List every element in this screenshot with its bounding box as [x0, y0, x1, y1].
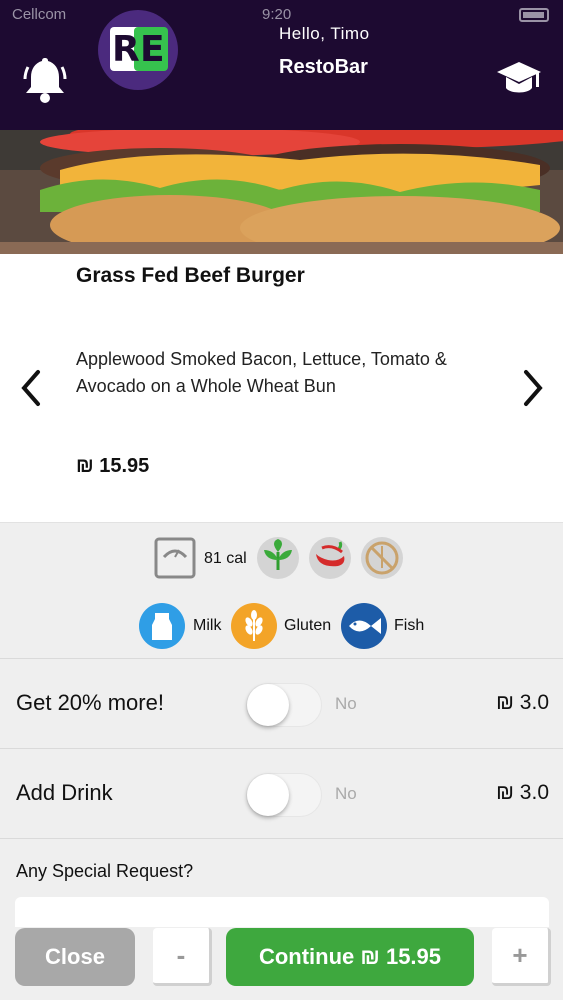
- greeting-text: Hello, Timo: [279, 24, 370, 43]
- scale-icon: [154, 537, 196, 579]
- app-name: RestoBar: [279, 56, 368, 78]
- special-request-label: Any Special Request?: [16, 861, 194, 881]
- toggle-state-label: No: [335, 694, 357, 713]
- chevron-left-icon[interactable]: [18, 368, 42, 408]
- vegetarian-leaf-icon: [257, 537, 299, 579]
- item-title: Grass Fed Beef Burger: [76, 264, 305, 287]
- burger-photo: [0, 130, 563, 254]
- add-drink-toggle[interactable]: [246, 773, 322, 817]
- continue-button[interactable]: Continue ₪ 15.95: [226, 928, 474, 986]
- calories-value: 81 cal: [204, 550, 247, 567]
- allergen-label: Fish: [394, 617, 425, 634]
- option-price: ₪ 3.0: [496, 781, 549, 804]
- clock: 9:20: [262, 6, 292, 23]
- graduation-cap-icon[interactable]: [496, 58, 542, 102]
- item-price: ₪ 15.95: [76, 455, 150, 477]
- item-description: Applewood Smoked Bacon, Lettuce, Tomato …: [76, 349, 447, 396]
- app-header: [0, 30, 563, 130]
- increment-quantity-button[interactable]: +: [492, 928, 551, 986]
- toggle-knob: [247, 684, 289, 726]
- battery-icon: [519, 8, 549, 22]
- toggle-state-label: No: [335, 784, 357, 803]
- spicy-pepper-icon: [309, 537, 351, 579]
- logo-letter: R: [112, 29, 140, 70]
- special-request-section: Any Special Request?: [0, 838, 563, 927]
- option-row-extra-portion: Get 20% more! No ₪ 3.0: [0, 658, 563, 748]
- option-label: Add Drink: [16, 780, 113, 805]
- milk-bottle-icon: [139, 603, 185, 649]
- special-request-input[interactable]: [15, 897, 549, 927]
- allergen-label: Milk: [193, 617, 222, 634]
- option-label: Get 20% more!: [16, 690, 164, 715]
- carrier-label: Cellcom: [12, 6, 67, 23]
- toggle-knob: [247, 774, 289, 816]
- wheat-icon: [231, 603, 277, 649]
- logo-letter: E: [140, 29, 165, 70]
- decrement-quantity-button[interactable]: -: [153, 928, 212, 986]
- close-button[interactable]: Close: [15, 928, 135, 986]
- extra-portion-toggle[interactable]: [246, 683, 322, 727]
- chevron-right-icon[interactable]: [522, 368, 546, 408]
- option-price: ₪ 3.0: [496, 691, 549, 714]
- allergen-label: Gluten: [284, 617, 332, 634]
- fish-icon: [341, 603, 387, 649]
- bell-icon[interactable]: [22, 55, 68, 105]
- option-row-add-drink: Add Drink No ₪ 3.0: [0, 748, 563, 838]
- no-wheat-icon: [361, 537, 403, 579]
